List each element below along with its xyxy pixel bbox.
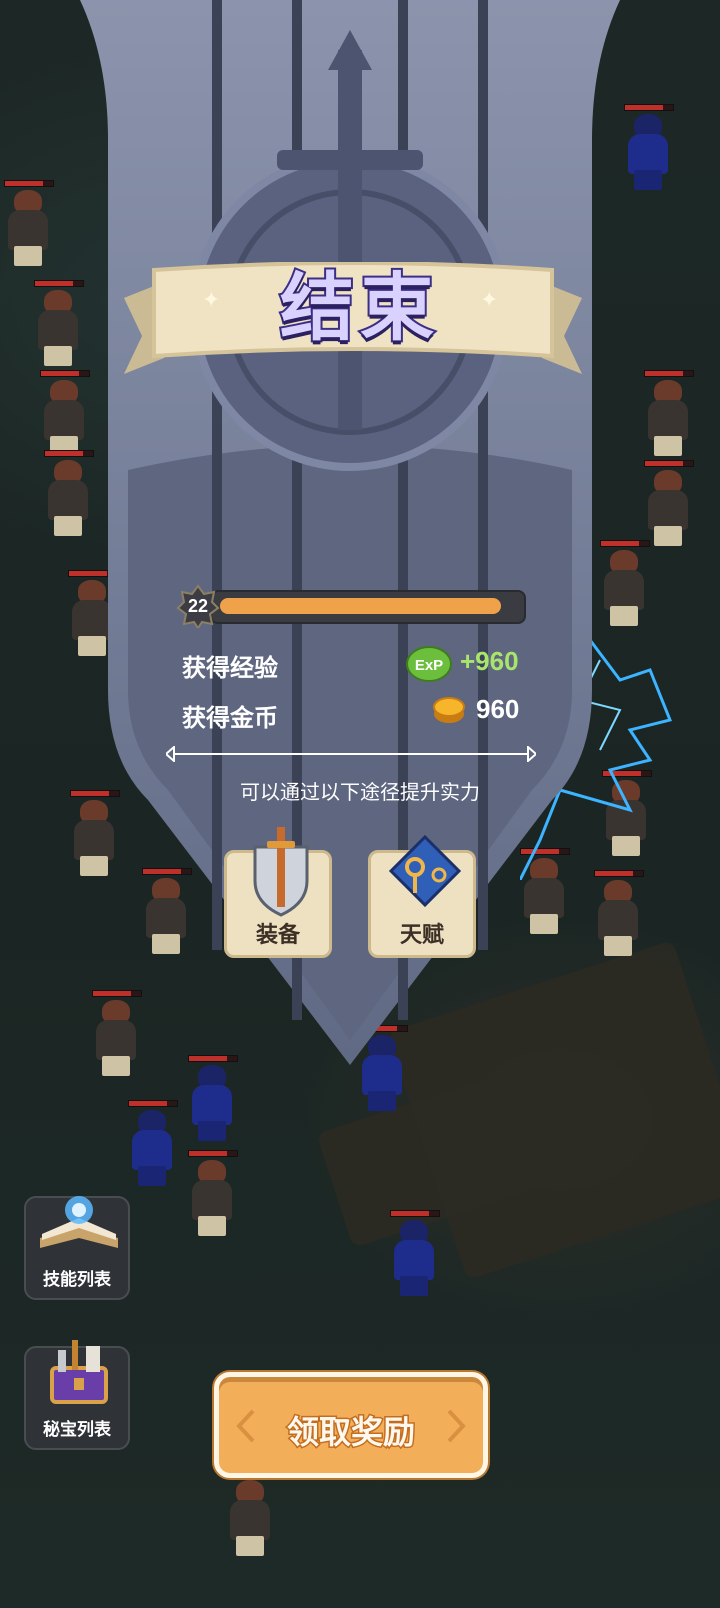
enemy-zombie [640,460,696,546]
level-progress-fill [220,598,501,614]
skill-list-label: 技能列表 [43,1270,111,1290]
result-banner [72,0,628,1075]
claim-reward-button[interactable]: 领取奖励 [214,1372,488,1478]
enemy-zombie [640,370,696,456]
gold-coin-icon [433,697,465,723]
divider-arrow [166,746,536,762]
level-progress-bar [210,590,526,624]
talent-key-icon [388,834,462,908]
exp-icon: ExP [406,646,452,682]
gold-value: 960 [476,694,520,724]
treasure-list-label: 秘宝列表 [43,1420,111,1440]
level-number: 22 [187,596,209,616]
claim-reward-label: 领取奖励 [285,1412,416,1453]
upgrade-hint: 可以通过以下途径提升实力 [240,780,480,804]
gold-label: 获得金币 [182,704,278,732]
result-title: 结束 [278,263,440,353]
skill-book-icon [40,1196,118,1248]
sparkle-icon: ✦ [202,288,221,313]
exp-label: 获得经验 [182,654,278,682]
equipment-label: 装备 [255,923,300,948]
talent-label: 天赋 [399,923,444,948]
exp-value: +960 [460,646,519,676]
enemy-shadow [386,1210,442,1296]
equipment-button[interactable]: 装备 [224,827,332,958]
sparkle-icon: ✦ [480,288,499,313]
svg-text:ExP: ExP [415,657,443,674]
talent-button[interactable]: 天赋 [368,834,476,958]
treasure-list-button[interactable]: 秘宝列表 [24,1340,130,1450]
enemy-zombie [184,1150,240,1236]
skill-list-button[interactable]: 技能列表 [24,1196,130,1300]
enemy-zombie [222,1470,278,1556]
enemy-shadow [124,1100,180,1186]
enemy-shadow [620,104,676,190]
treasure-chest-icon [50,1340,108,1404]
sword-shield-icon [253,827,309,917]
